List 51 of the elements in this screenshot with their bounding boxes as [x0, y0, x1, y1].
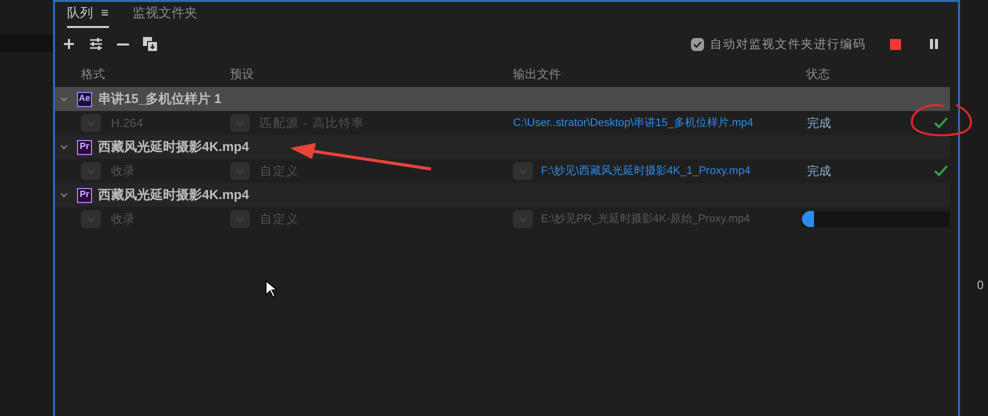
caret-icon	[87, 216, 95, 222]
output-file-link[interactable]: F:\妙见\西藏风光延时摄影4K_1_Proxy.mp4	[541, 162, 750, 180]
caret-icon	[87, 168, 95, 174]
caret-icon	[519, 216, 527, 222]
cursor-icon	[265, 280, 277, 298]
dropdown-toggle[interactable]	[513, 210, 533, 228]
panel-tab[interactable]: 监视文件夹	[132, 2, 198, 28]
duplicate-icon[interactable]	[143, 37, 157, 51]
caret-icon	[87, 120, 95, 126]
dropdown-toggle[interactable]	[230, 210, 250, 228]
caret-icon	[236, 216, 244, 222]
output-file-link[interactable]: C:\User..strator\Desktop\串讲15_多机位样片.mp4	[513, 114, 754, 132]
app-badge: Pr	[77, 140, 92, 154]
status-text: 完成	[807, 115, 831, 132]
source-name: 西藏风光延时摄影4K.mp4	[98, 138, 249, 156]
dropdown-toggle[interactable]	[81, 114, 101, 132]
pause-icon[interactable]	[930, 39, 938, 49]
panel-reading: 0	[977, 277, 985, 294]
dropdown-toggle[interactable]	[513, 162, 533, 180]
caret-icon	[236, 120, 244, 126]
dropdown-toggle[interactable]	[230, 114, 250, 132]
chevron-down-icon[interactable]	[59, 94, 69, 104]
checkbox[interactable]	[691, 38, 704, 50]
status-text: 完成	[807, 163, 831, 180]
caret-icon	[236, 168, 244, 174]
checkmark-icon	[934, 165, 948, 177]
caret-icon	[519, 168, 527, 174]
remove-icon[interactable]	[117, 42, 129, 46]
stop-button[interactable]	[890, 38, 901, 50]
checkbox-label: 自动对监视文件夹进行编码	[710, 36, 866, 53]
app-badge: Ae	[77, 92, 92, 106]
settings-sliders-icon[interactable]	[89, 38, 103, 50]
source-name: 西藏风光延时摄影4K.mp4	[98, 186, 249, 204]
app-badge: Pr	[77, 188, 92, 202]
dropdown-toggle[interactable]	[81, 162, 101, 180]
dropdown-toggle[interactable]	[230, 162, 250, 180]
chevron-down-icon[interactable]	[59, 142, 69, 152]
chevron-down-icon[interactable]	[59, 190, 69, 200]
menu-icon[interactable]: ≡	[101, 2, 109, 22]
queue-group-row[interactable]: Pr 西藏风光延时摄影4K.mp4	[55, 135, 950, 159]
queue-group-row[interactable]: Ae 串讲15_多机位样片 1	[55, 87, 950, 111]
source-name: 串讲15_多机位样片 1	[98, 90, 222, 108]
dropdown-toggle[interactable]	[81, 210, 101, 228]
add-icon[interactable]	[63, 38, 75, 50]
checkmark-icon	[934, 117, 948, 129]
queue-group-row[interactable]: Pr 西藏风光延时摄影4K.mp4	[55, 183, 950, 207]
column-header[interactable]: 预设	[230, 65, 513, 83]
column-header[interactable]: 格式	[81, 65, 230, 83]
column-header[interactable]: 输出文件	[513, 65, 806, 83]
panel-tab[interactable]: 队列 ≡	[67, 2, 109, 28]
column-header[interactable]: 状态	[806, 65, 906, 83]
